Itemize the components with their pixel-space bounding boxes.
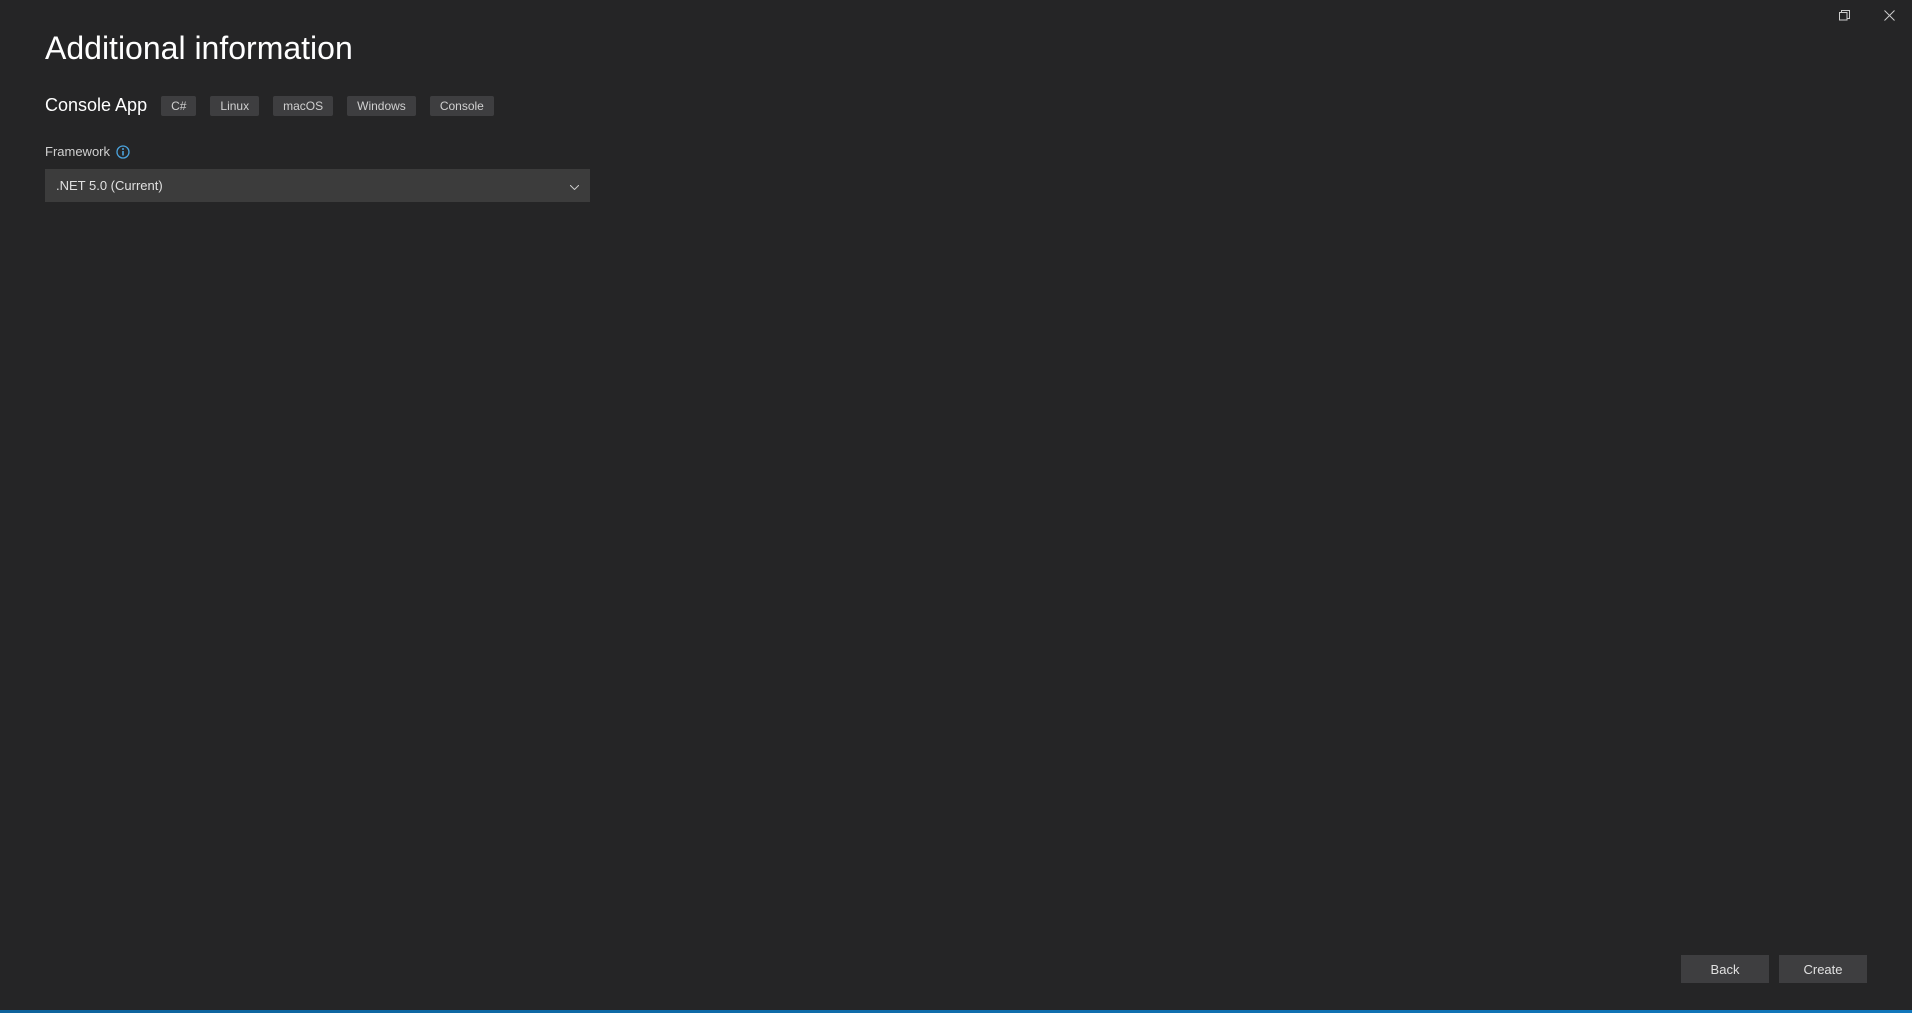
template-info-row: Console App C# Linux macOS Windows Conso… xyxy=(45,95,1867,116)
framework-label-row: Framework xyxy=(45,144,1867,159)
content-area: Additional information Console App C# Li… xyxy=(45,30,1867,923)
template-tag: Windows xyxy=(347,96,416,116)
close-button[interactable] xyxy=(1867,0,1912,30)
create-button[interactable]: Create xyxy=(1779,955,1867,983)
template-tag: C# xyxy=(161,96,196,116)
page-title: Additional information xyxy=(45,30,1867,67)
template-name: Console App xyxy=(45,95,147,116)
info-icon[interactable] xyxy=(116,145,130,159)
footer-buttons: Back Create xyxy=(1681,955,1867,983)
back-button[interactable]: Back xyxy=(1681,955,1769,983)
framework-selected-value: .NET 5.0 (Current) xyxy=(56,178,163,193)
info-icon-svg xyxy=(116,145,130,159)
template-tag: Linux xyxy=(210,96,259,116)
maximize-button[interactable] xyxy=(1822,0,1867,30)
template-tag: macOS xyxy=(273,96,333,116)
chevron-down-icon xyxy=(570,177,579,195)
template-tag: Console xyxy=(430,96,494,116)
framework-select[interactable]: .NET 5.0 (Current) xyxy=(45,169,590,202)
maximize-icon xyxy=(1839,10,1850,21)
close-icon xyxy=(1884,10,1895,21)
framework-label: Framework xyxy=(45,144,110,159)
titlebar xyxy=(1822,0,1912,30)
